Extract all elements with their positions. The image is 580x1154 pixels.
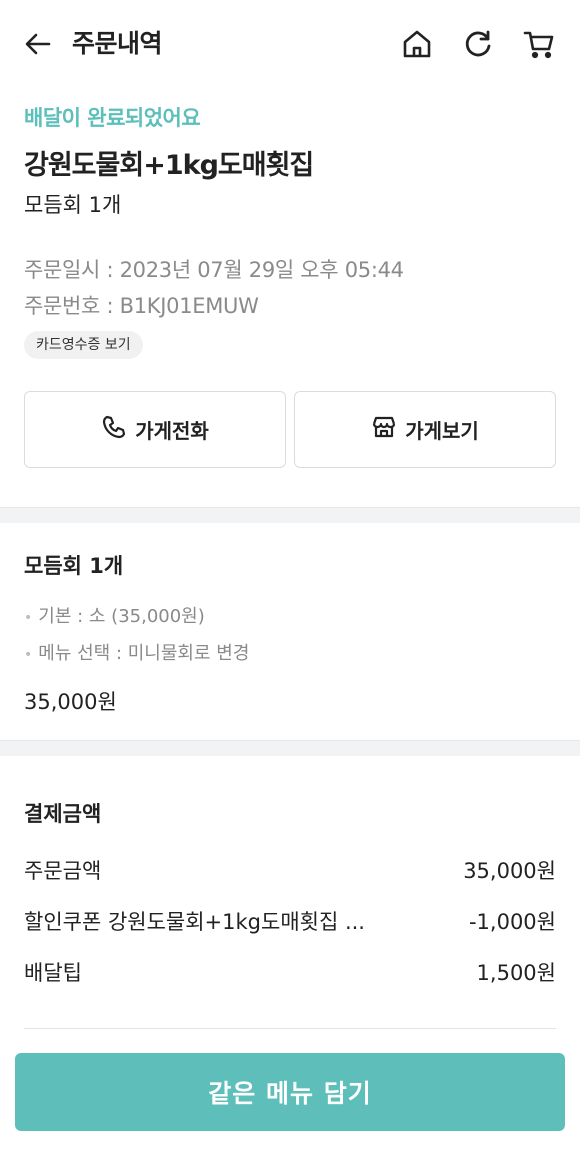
bullet-icon: • [24,647,33,663]
order-summary: 모듬회 1개 [24,193,122,217]
back-arrow-icon[interactable] [22,28,54,60]
menu-option-text: 메뉴 선택 : 미니물회로 변경 [38,643,250,664]
payment-row-label: 할인쿠폰 강원도물회+1kg도매횟집 ... [24,910,365,934]
menu-option-text: 기본 : 소 (35,000원) [38,606,205,627]
payment-row-value: 35,000원 [463,859,556,883]
order-number: 주문번호 : B1KJ01EMUW [24,294,259,318]
menu-option: • 기본 : 소 (35,000원) [24,602,205,628]
payment-title: 결제금액 [24,802,102,826]
card-receipt-button[interactable]: 카드영수증 보기 [24,331,143,359]
delivery-status: 배달이 완료되었어요 [24,106,201,130]
payment-row: 할인쿠폰 강원도물회+1kg도매횟집 ... -1,000원 [24,906,556,936]
add-same-menu-button[interactable]: 같은 메뉴 담기 [15,1053,565,1131]
section-divider [0,507,580,523]
divider [24,1028,556,1029]
store-icon [371,414,397,445]
payment-row-value: -1,000원 [468,910,556,934]
store-name: 강원도물회+1kg도매횟집 [24,150,314,181]
payment-row: 주문금액 35,000원 [24,855,556,885]
call-store-label: 가게전화 [135,419,209,443]
payment-row-label: 배달팁 [24,961,82,985]
payment-row: 배달팁 1,500원 [24,957,556,987]
refresh-icon[interactable] [461,27,495,61]
phone-icon [101,414,127,445]
order-datetime: 주문일시 : 2023년 07월 29일 오후 05:44 [24,258,404,282]
call-store-button[interactable]: 가게전화 [24,391,286,468]
menu-item-name: 모듬회 1개 [24,554,124,578]
page-title: 주문내역 [72,29,163,58]
bullet-icon: • [24,610,33,626]
payment-row-label: 주문금액 [24,859,102,883]
home-icon[interactable] [400,27,434,61]
view-store-label: 가게보기 [405,419,479,443]
payment-row-value: 1,500원 [476,961,556,985]
cart-icon[interactable] [522,27,556,61]
section-divider [0,740,580,756]
top-bar: 주문내역 [0,0,580,90]
menu-price: 35,000원 [24,690,117,714]
view-store-button[interactable]: 가게보기 [294,391,556,468]
menu-option: • 메뉴 선택 : 미니물회로 변경 [24,639,249,665]
